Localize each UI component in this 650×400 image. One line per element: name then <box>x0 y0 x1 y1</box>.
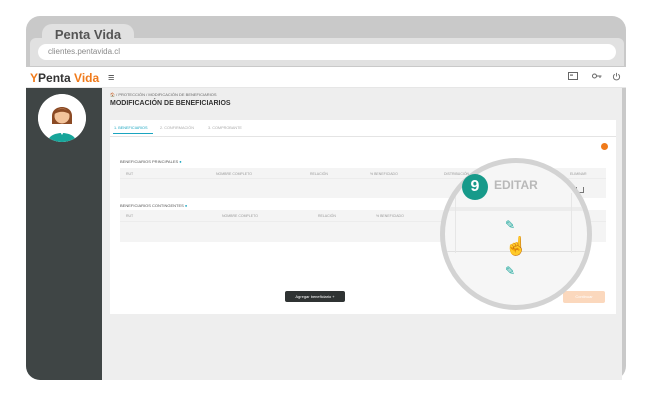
info-icon[interactable]: ● <box>185 203 187 208</box>
breadcrumb[interactable]: 🏠 / PROTECCIÓN / MODIFICACIÓN DE BENEFIC… <box>110 92 217 97</box>
step-comprobante[interactable]: 3. COMPROBANTE <box>208 126 242 130</box>
col-rut: RUT <box>126 214 134 218</box>
logo-mark: Y <box>30 71 39 85</box>
step-number-badge: 9 <box>462 174 488 200</box>
col-beneficiado: % BENEFICIADO <box>376 214 404 218</box>
col-relacion: RELACIÓN <box>318 214 336 218</box>
primary-beneficiaries-label: BENEFICIARIOS PRINCIPALES ● <box>120 159 182 164</box>
step-beneficiarios[interactable]: 1. BENEFICIARIOS <box>114 126 148 130</box>
key-icon[interactable] <box>592 72 602 82</box>
user-avatar-icon <box>38 94 86 142</box>
col-beneficiado: % BENEFICIADO <box>370 172 398 176</box>
info-icon[interactable]: ● <box>179 159 181 164</box>
contingent-beneficiaries-label: BENEFICIARIOS CONTINGENTES ● <box>120 203 187 208</box>
col-nombre: NOMBRE COMPLETO <box>222 214 258 218</box>
page-title: MODIFICACIÓN DE BENEFICIARIOS <box>110 100 231 107</box>
url-bar[interactable]: clientes.pentavida.cl <box>38 44 616 60</box>
browser-tab[interactable]: Penta Vida <box>42 24 134 46</box>
hamburger-icon[interactable]: ≡ <box>108 72 114 84</box>
col-rut: RUT <box>126 172 134 176</box>
contingent-label-text: BENEFICIARIOS CONTINGENTES <box>120 203 184 208</box>
edit-pencil-icon[interactable]: ✎ <box>505 264 515 278</box>
add-beneficiary-button[interactable]: Agregar beneficiario + <box>285 291 345 302</box>
editar-column-header: EDITAR <box>494 178 538 192</box>
active-step-indicator <box>113 133 153 134</box>
step-confirmacion[interactable]: 2. CONFIRMACIÓN <box>160 126 194 130</box>
alert-icon[interactable] <box>601 143 608 150</box>
primary-label-text: BENEFICIARIOS PRINCIPALES <box>120 159 179 164</box>
edit-pencil-icon[interactable]: ✎ <box>505 218 515 232</box>
divider <box>110 136 616 137</box>
avatar[interactable] <box>38 94 86 142</box>
col-relacion: RELACIÓN <box>310 172 328 176</box>
logo-brand: Penta <box>38 71 71 85</box>
logo-vida: Vida <box>74 71 100 85</box>
hand-pointer-icon: ☝ <box>505 236 528 256</box>
col-nombre: NOMBRE COMPLETO <box>216 172 252 176</box>
power-icon[interactable] <box>612 72 621 83</box>
app-header <box>26 67 626 88</box>
penta-vida-logo[interactable]: YPenta Vida <box>30 71 99 85</box>
card-icon[interactable] <box>568 72 578 82</box>
